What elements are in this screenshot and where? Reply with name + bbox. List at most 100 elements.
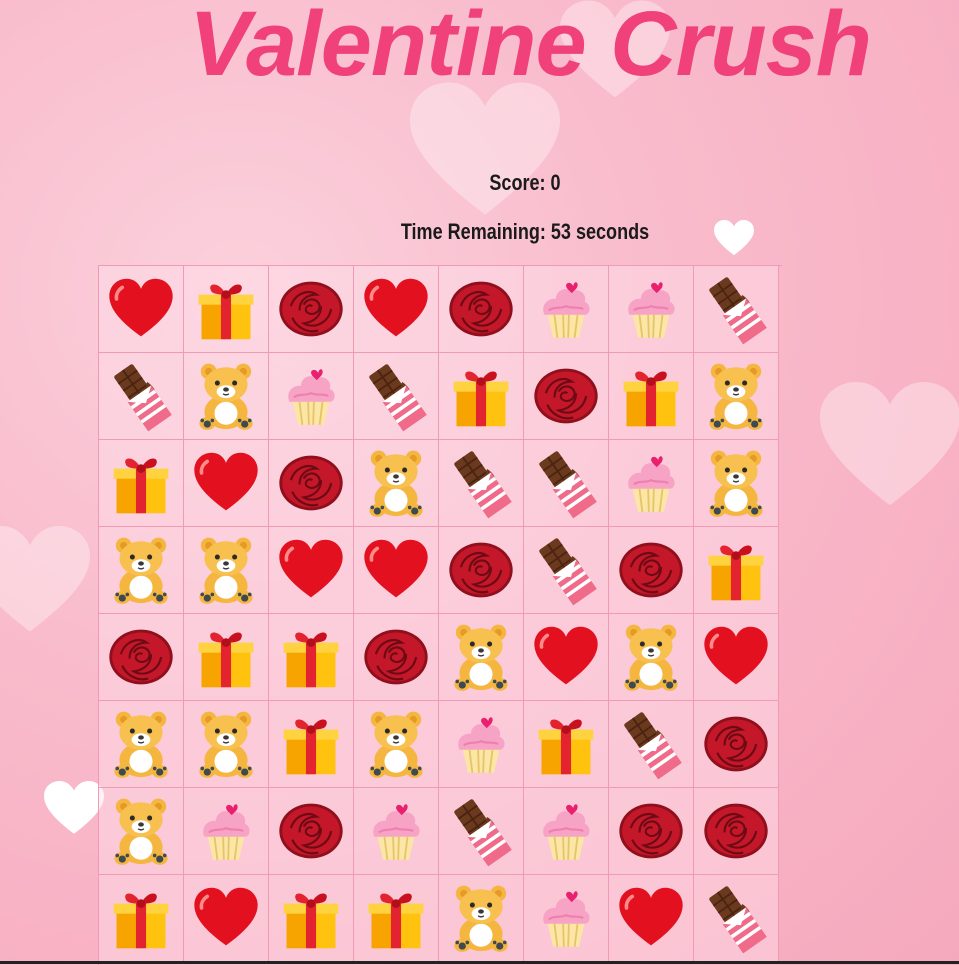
cupcake-icon: [530, 882, 602, 954]
board-cell[interactable]: [524, 788, 609, 875]
board-cell[interactable]: [99, 527, 184, 614]
board-cell[interactable]: [269, 266, 354, 353]
bear-icon: [700, 360, 772, 432]
board-cell[interactable]: [99, 614, 184, 701]
board-cell[interactable]: [524, 353, 609, 440]
board-cell[interactable]: [609, 614, 694, 701]
board-cell[interactable]: [694, 614, 779, 701]
board-cell[interactable]: [694, 527, 779, 614]
board-cell[interactable]: [524, 875, 609, 962]
gift-icon: [360, 882, 432, 954]
bear-icon: [445, 621, 517, 693]
board-cell[interactable]: [524, 614, 609, 701]
board-cell[interactable]: [439, 788, 524, 875]
bear-icon: [190, 708, 262, 780]
board-cell[interactable]: [609, 875, 694, 962]
board-cell[interactable]: [269, 614, 354, 701]
background-heart-icon: [820, 382, 959, 506]
board-cell[interactable]: [439, 875, 524, 962]
board-cell[interactable]: [184, 353, 269, 440]
game-board: [98, 265, 782, 965]
background-heart-icon: [410, 82, 560, 215]
background-heart-icon: [0, 526, 90, 632]
rose-icon: [275, 273, 347, 345]
board-cell[interactable]: [184, 266, 269, 353]
rose-icon: [530, 360, 602, 432]
cupcake-icon: [190, 795, 262, 867]
board-cell[interactable]: [354, 701, 439, 788]
board-cell[interactable]: [184, 875, 269, 962]
bear-icon: [445, 882, 517, 954]
board-cell[interactable]: [694, 701, 779, 788]
heart-icon: [275, 534, 347, 606]
board-cell[interactable]: [439, 353, 524, 440]
board-cell[interactable]: [694, 440, 779, 527]
board-cell[interactable]: [269, 527, 354, 614]
score-display: Score: 0: [489, 170, 561, 195]
floating-heart-icon: [714, 220, 754, 256]
board-cell[interactable]: [439, 527, 524, 614]
board-cell[interactable]: [99, 266, 184, 353]
board-cell[interactable]: [99, 440, 184, 527]
board-cell[interactable]: [524, 266, 609, 353]
chocolate-icon: [700, 273, 772, 345]
chocolate-icon: [445, 795, 517, 867]
board-cell[interactable]: [184, 440, 269, 527]
gift-icon: [190, 621, 262, 693]
board-cell[interactable]: [269, 353, 354, 440]
board-cell[interactable]: [439, 614, 524, 701]
board-cell[interactable]: [354, 527, 439, 614]
board-cell[interactable]: [439, 440, 524, 527]
board-cell[interactable]: [694, 266, 779, 353]
rose-icon: [700, 708, 772, 780]
board-cell[interactable]: [694, 353, 779, 440]
board-cell[interactable]: [609, 266, 694, 353]
board-cell[interactable]: [354, 788, 439, 875]
cupcake-icon: [360, 795, 432, 867]
board-cell[interactable]: [524, 440, 609, 527]
gift-icon: [615, 360, 687, 432]
board-cell[interactable]: [184, 701, 269, 788]
board-cell[interactable]: [609, 527, 694, 614]
bear-icon: [700, 447, 772, 519]
chocolate-icon: [445, 447, 517, 519]
board-cell[interactable]: [354, 440, 439, 527]
board-cell[interactable]: [269, 701, 354, 788]
rose-icon: [105, 621, 177, 693]
board-cell[interactable]: [269, 875, 354, 962]
cupcake-icon: [445, 708, 517, 780]
board-cell[interactable]: [524, 527, 609, 614]
heart-icon: [360, 534, 432, 606]
board-cell[interactable]: [99, 788, 184, 875]
cupcake-icon: [275, 360, 347, 432]
board-cell[interactable]: [99, 875, 184, 962]
board-cell[interactable]: [184, 527, 269, 614]
board-cell[interactable]: [269, 788, 354, 875]
gift-icon: [275, 708, 347, 780]
bear-icon: [190, 534, 262, 606]
board-cell[interactable]: [354, 353, 439, 440]
chocolate-icon: [700, 882, 772, 954]
board-cell[interactable]: [439, 701, 524, 788]
board-cell[interactable]: [609, 353, 694, 440]
board-cell[interactable]: [269, 440, 354, 527]
board-cell[interactable]: [694, 788, 779, 875]
bear-icon: [105, 534, 177, 606]
bear-icon: [190, 360, 262, 432]
gift-icon: [105, 882, 177, 954]
board-cell[interactable]: [184, 788, 269, 875]
board-cell[interactable]: [184, 614, 269, 701]
board-cell[interactable]: [609, 788, 694, 875]
bear-icon: [360, 447, 432, 519]
board-cell[interactable]: [354, 875, 439, 962]
board-cell[interactable]: [694, 875, 779, 962]
board-cell[interactable]: [524, 701, 609, 788]
board-cell[interactable]: [99, 701, 184, 788]
board-cell[interactable]: [99, 353, 184, 440]
board-cell[interactable]: [354, 614, 439, 701]
board-cell[interactable]: [609, 440, 694, 527]
board-cell[interactable]: [354, 266, 439, 353]
rose-icon: [615, 795, 687, 867]
board-cell[interactable]: [439, 266, 524, 353]
board-cell[interactable]: [609, 701, 694, 788]
